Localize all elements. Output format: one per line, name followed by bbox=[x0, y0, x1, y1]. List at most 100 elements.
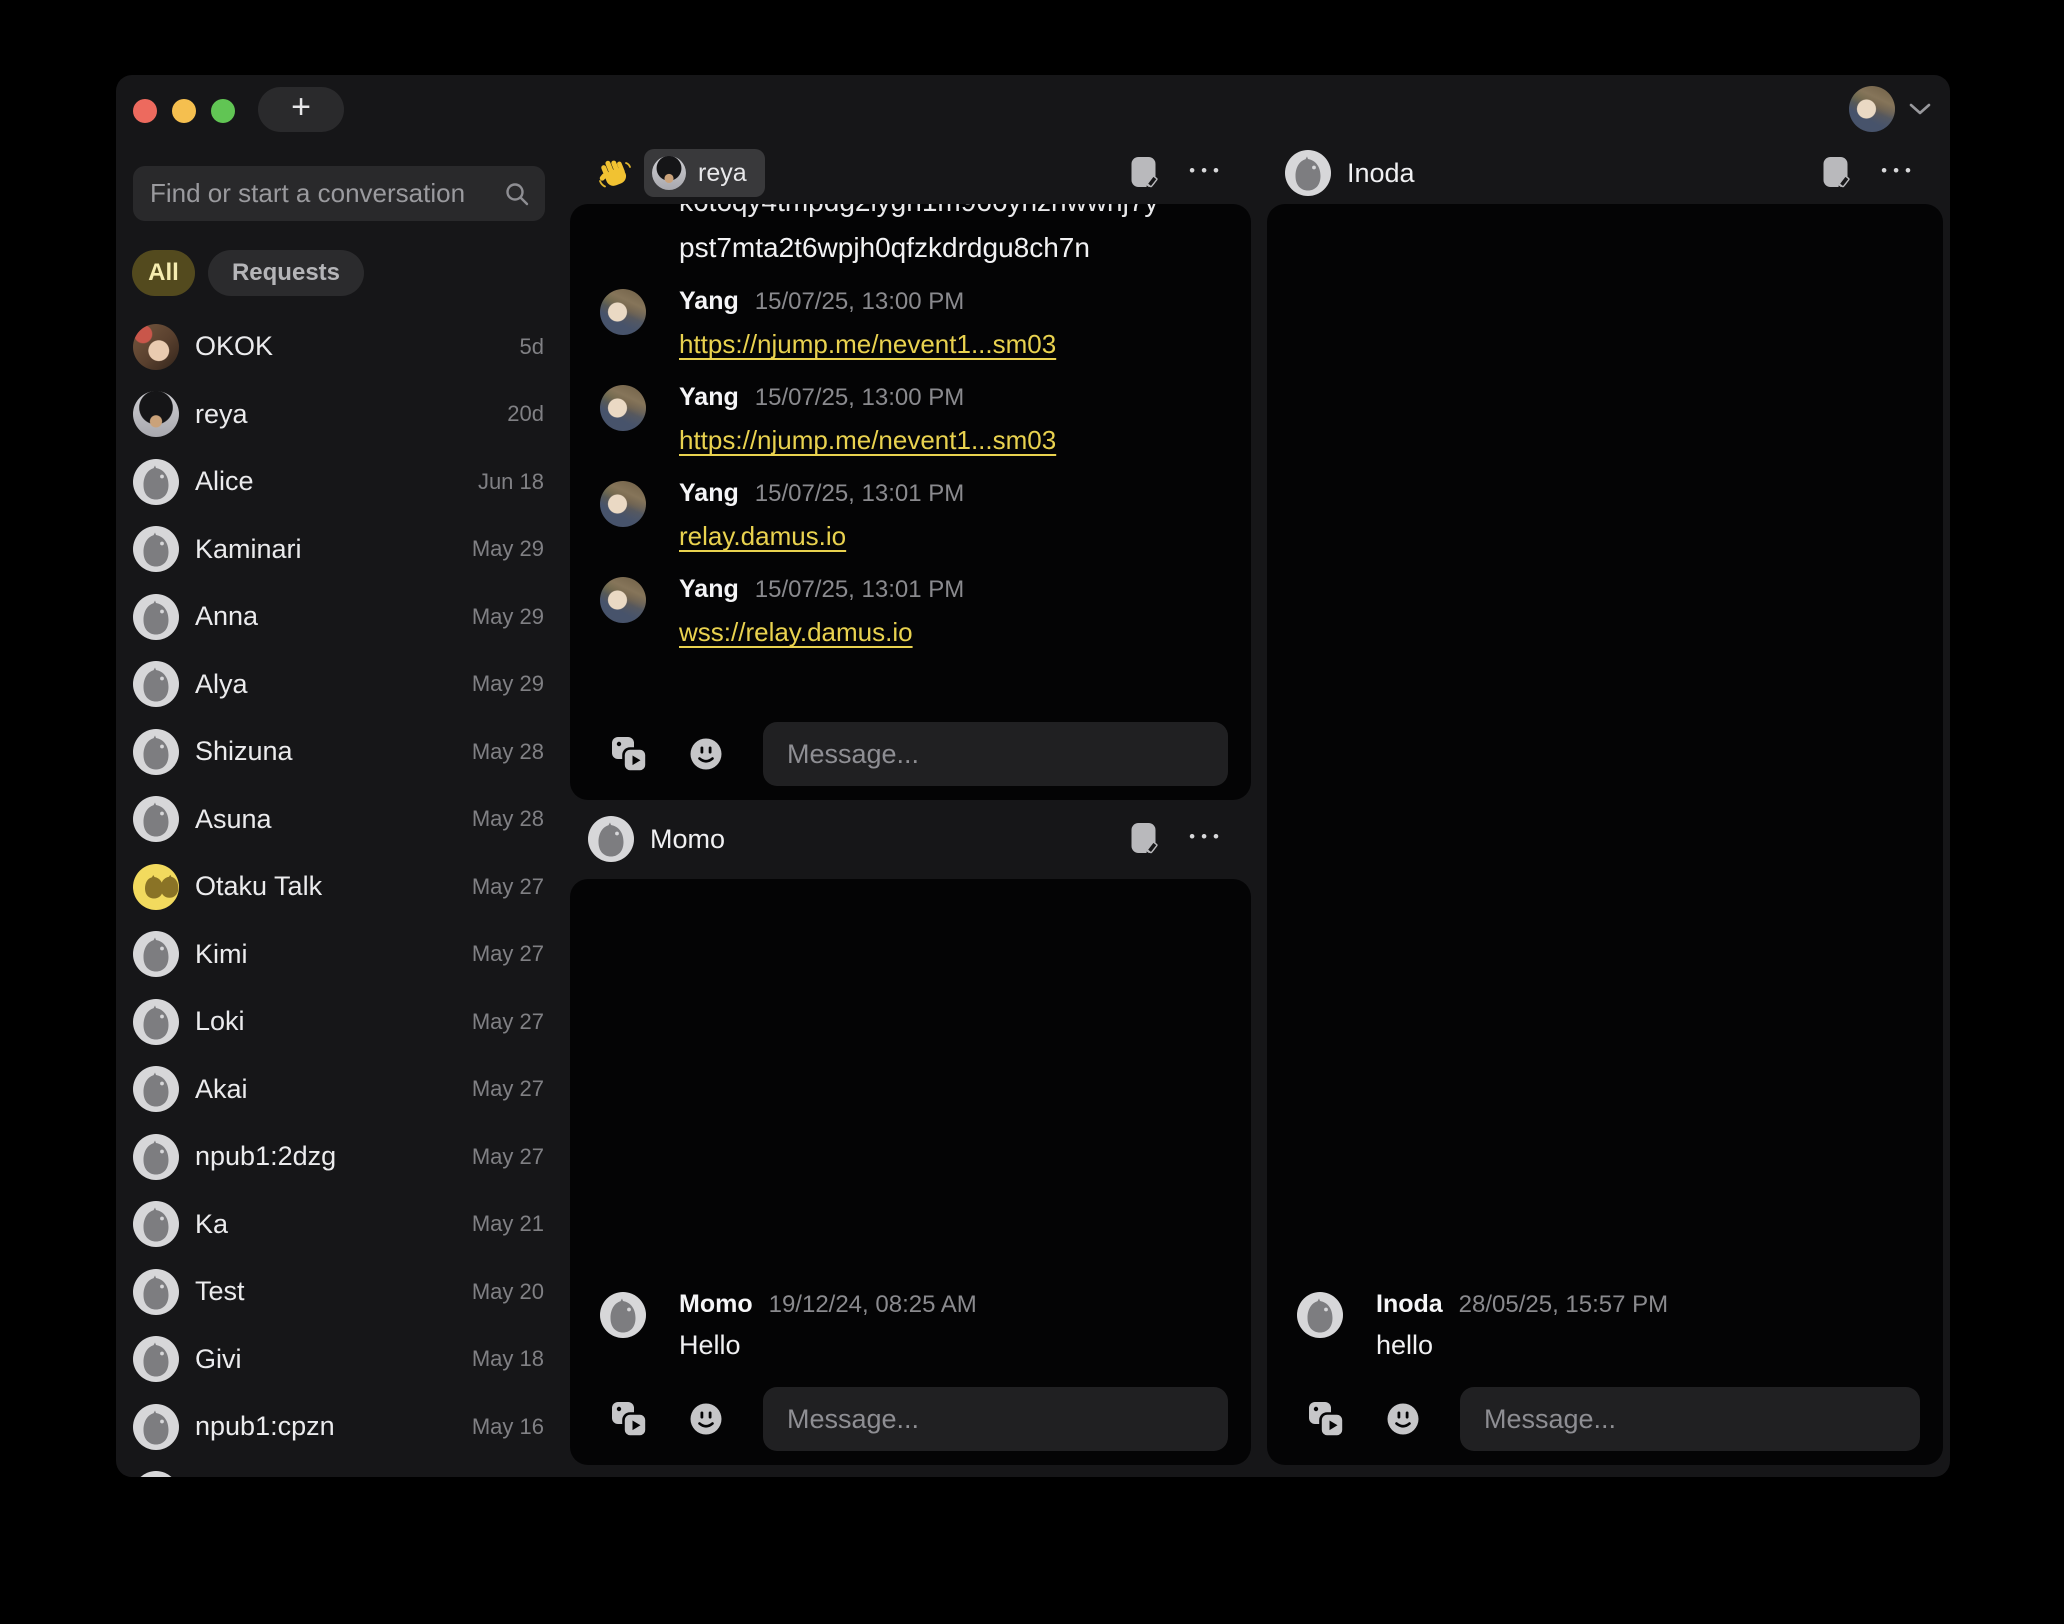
avatar[interactable] bbox=[600, 385, 646, 431]
conversation-item-anna[interactable]: Anna May 29 bbox=[133, 583, 544, 651]
avatar[interactable] bbox=[1285, 150, 1331, 196]
note-icon[interactable] bbox=[1130, 822, 1159, 856]
conversation-item-alice[interactable]: Alice Jun 18 bbox=[133, 448, 544, 516]
conversation-item-ka[interactable]: Ka May 21 bbox=[133, 1191, 544, 1259]
chat-title: Inoda bbox=[1347, 158, 1415, 189]
message: Yang 15/07/25, 13:00 PM https://njump.me… bbox=[600, 287, 1227, 360]
new-chat-button[interactable]: + bbox=[258, 87, 344, 132]
message-link[interactable]: https://njump.me/nevent1...sm03 bbox=[679, 425, 1056, 456]
message-timestamp: 15/07/25, 13:00 PM bbox=[755, 384, 964, 412]
conversation-date: May 27 bbox=[472, 1009, 544, 1035]
conversation-date: May 27 bbox=[472, 1076, 544, 1102]
chat-peer-pill[interactable]: reya bbox=[644, 149, 765, 197]
conversation-name: Kaminari bbox=[195, 534, 456, 565]
conversation-item-otaku-talk[interactable]: Otaku Talk May 27 bbox=[133, 853, 544, 921]
avatar[interactable] bbox=[600, 577, 646, 623]
more-options-icon[interactable]: ••• bbox=[1189, 828, 1225, 851]
conversation-date: May 21 bbox=[472, 1211, 544, 1237]
avatar bbox=[133, 1066, 179, 1112]
avatar bbox=[133, 729, 179, 775]
message: Yang 15/07/25, 13:01 PM relay.damus.io bbox=[600, 479, 1227, 552]
message-author: Yang bbox=[679, 287, 739, 316]
user-avatar[interactable] bbox=[1849, 86, 1895, 132]
message-author: Yang bbox=[679, 575, 739, 604]
conversation-date: May 28 bbox=[472, 806, 544, 832]
message-link[interactable]: relay.damus.io bbox=[679, 521, 846, 552]
conversation-item-shizuna[interactable]: Shizuna May 28 bbox=[133, 718, 544, 786]
search-bar bbox=[133, 166, 545, 221]
more-options-icon[interactable]: ••• bbox=[1189, 162, 1225, 185]
emoji-icon[interactable] bbox=[1386, 1402, 1420, 1436]
avatar[interactable] bbox=[600, 289, 646, 335]
conversation-item-reya[interactable]: reya 20d bbox=[133, 381, 544, 449]
conversation-date: May 18 bbox=[472, 1346, 544, 1372]
avatar bbox=[133, 1134, 179, 1180]
message: Yang 15/07/25, 13:01 PM wss://relay.damu… bbox=[600, 575, 1227, 648]
message-author: Momo bbox=[679, 1290, 753, 1319]
conversation-item-givi[interactable]: Givi May 18 bbox=[133, 1326, 544, 1394]
conversation-item-alya[interactable]: Alya May 29 bbox=[133, 651, 544, 719]
message-input[interactable] bbox=[763, 1387, 1228, 1451]
search-icon bbox=[504, 181, 530, 207]
avatar bbox=[133, 594, 179, 640]
conversation-name: Givi bbox=[195, 1344, 456, 1375]
media-attach-icon[interactable] bbox=[1308, 1401, 1345, 1438]
avatar[interactable] bbox=[1297, 1292, 1343, 1338]
search-input[interactable] bbox=[133, 178, 504, 209]
conversation-name: npub1:2dzg bbox=[195, 1141, 456, 1172]
avatar bbox=[133, 796, 179, 842]
waving-hand-icon bbox=[596, 155, 632, 191]
conversation-date: May 27 bbox=[472, 1144, 544, 1170]
conversation-name: Kimi bbox=[195, 939, 456, 970]
conversation-name: reya bbox=[195, 399, 491, 430]
message-input-row bbox=[1267, 1387, 1943, 1451]
conversation-name: Asuna bbox=[195, 804, 456, 835]
conversation-item-npub2dzg[interactable]: npub1:2dzg May 27 bbox=[133, 1123, 544, 1191]
conversation-item-test[interactable]: Test May 20 bbox=[133, 1258, 544, 1326]
message-input[interactable] bbox=[1460, 1387, 1920, 1451]
more-options-icon[interactable]: ••• bbox=[1881, 162, 1917, 185]
tab-all[interactable]: All bbox=[132, 250, 195, 296]
conversation-item-loki[interactable]: Loki May 27 bbox=[133, 988, 544, 1056]
conversation-name: Ka bbox=[195, 1209, 456, 1240]
avatar bbox=[133, 459, 179, 505]
conversation-name: Shizuna bbox=[195, 736, 456, 767]
conversation-date: 5d bbox=[520, 334, 544, 360]
conversation-item-clipped[interactable] bbox=[133, 1461, 544, 1478]
avatar bbox=[133, 1404, 179, 1450]
window-close-button[interactable] bbox=[133, 99, 157, 123]
conversation-date: May 27 bbox=[472, 874, 544, 900]
conversation-name: npub1:cpzn bbox=[195, 1411, 456, 1442]
avatar bbox=[133, 1336, 179, 1382]
conversation-item-kaminari[interactable]: Kaminari May 29 bbox=[133, 516, 544, 584]
conversation-date: May 20 bbox=[472, 1279, 544, 1305]
clipped-message-line: k6t6qy4tmpdg2lygh1m966yhzhwwhj7y bbox=[679, 204, 1227, 218]
conversation-item-npubcpzn[interactable]: npub1:cpzn May 16 bbox=[133, 1393, 544, 1461]
conversation-item-akai[interactable]: Akai May 27 bbox=[133, 1056, 544, 1124]
window-minimize-button[interactable] bbox=[172, 99, 196, 123]
conversation-date: May 29 bbox=[472, 604, 544, 630]
note-icon[interactable] bbox=[1130, 156, 1159, 190]
window-zoom-button[interactable] bbox=[211, 99, 235, 123]
message-text: hello bbox=[1376, 1330, 1668, 1361]
note-icon[interactable] bbox=[1822, 156, 1851, 190]
conversation-item-kimi[interactable]: Kimi May 27 bbox=[133, 921, 544, 989]
media-attach-icon[interactable] bbox=[611, 1401, 648, 1438]
message-link[interactable]: wss://relay.damus.io bbox=[679, 617, 913, 648]
avatar[interactable] bbox=[600, 1292, 646, 1338]
conversation-list: OKOK 5d reya 20d Alice Jun 18 Kaminari M… bbox=[133, 313, 544, 1477]
avatar bbox=[133, 1471, 179, 1477]
tab-requests[interactable]: Requests bbox=[208, 250, 364, 296]
message: Yang 15/07/25, 13:00 PM https://njump.me… bbox=[600, 383, 1227, 456]
avatar[interactable] bbox=[588, 816, 634, 862]
conversation-name: Alice bbox=[195, 466, 462, 497]
chevron-down-icon[interactable] bbox=[1909, 102, 1931, 116]
emoji-icon[interactable] bbox=[689, 1402, 723, 1436]
conversation-item-asuna[interactable]: Asuna May 28 bbox=[133, 786, 544, 854]
media-attach-icon[interactable] bbox=[611, 736, 648, 773]
avatar[interactable] bbox=[600, 481, 646, 527]
conversation-item-okok[interactable]: OKOK 5d bbox=[133, 313, 544, 381]
message-input[interactable] bbox=[763, 722, 1228, 786]
emoji-icon[interactable] bbox=[689, 737, 723, 771]
message-link[interactable]: https://njump.me/nevent1...sm03 bbox=[679, 329, 1056, 360]
